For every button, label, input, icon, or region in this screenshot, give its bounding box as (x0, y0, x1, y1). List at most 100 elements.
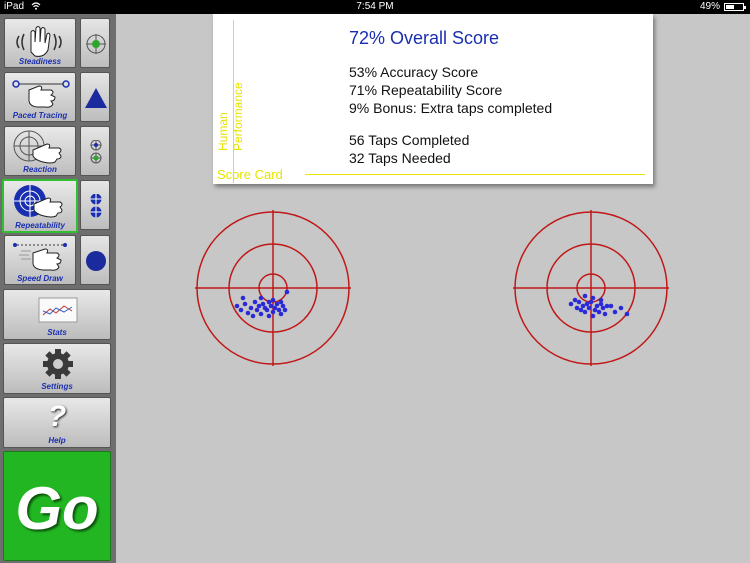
tap-dot-left (258, 311, 264, 317)
crosshair-target-icon (86, 34, 106, 54)
tap-dot-left (274, 301, 280, 307)
score-card-baseline (305, 174, 645, 175)
tap-dot-left (256, 303, 262, 309)
tap-dot-left (258, 295, 264, 301)
score-card-label: Score Card (217, 167, 283, 182)
tool-label: Paced Tracing (12, 111, 68, 120)
tool-repeatability[interactable]: Repeatability (2, 179, 78, 233)
stats-label: Stats (47, 328, 67, 337)
repeatability-targets-button[interactable] (80, 180, 110, 230)
tap-dot-right (588, 299, 594, 305)
battery-indicator: 49% (699, 0, 746, 14)
tap-dot-right (580, 303, 586, 309)
paced-tracing-shape-button[interactable] (80, 72, 110, 122)
stats-button[interactable]: Stats (3, 289, 111, 340)
tap-dot-right (574, 305, 580, 311)
tap-dot-right (608, 303, 614, 309)
tap-dot-left (254, 307, 260, 313)
tool-paced-tracing[interactable]: Paced Tracing (4, 72, 76, 122)
battery-percent: 49% (699, 1, 720, 12)
sidebar: Steadiness Paced Tracing Reaction Repeat… (0, 14, 116, 563)
tap-dot-left (250, 313, 256, 319)
tool-label: Steadiness (18, 57, 62, 66)
tap-dot-right (576, 299, 582, 305)
tap-dot-left (276, 307, 282, 313)
triangle-icon (85, 88, 107, 108)
tap-dot-right (582, 293, 588, 299)
blue-dot-icon (86, 251, 106, 271)
repeatability-score: 71% Repeatability Score (349, 82, 503, 98)
steadiness-target-button[interactable] (80, 18, 110, 68)
tap-dot-left (252, 299, 258, 305)
score-card: Human Performance Score Card 72% Overall… (213, 14, 653, 184)
tap-dot-left (272, 305, 278, 311)
settings-button[interactable]: Settings (3, 343, 111, 394)
tool-label: Speed Draw (17, 274, 63, 283)
tap-dot-left (240, 295, 246, 301)
tap-dot-right (572, 297, 578, 303)
reaction-hand-icon (13, 130, 62, 164)
help-label: Help (48, 436, 66, 445)
paced-tracing-hand-icon (12, 80, 70, 108)
battery-icon (724, 3, 746, 11)
tap-dot-right (612, 309, 618, 315)
tap-dot-left (266, 313, 272, 319)
tap-dot-right (582, 309, 588, 315)
tap-dot-right (602, 311, 608, 317)
tap-dot-right (592, 307, 598, 313)
target-right[interactable] (513, 210, 669, 366)
help-button[interactable]: ? Help (3, 397, 111, 448)
tap-dot-right (586, 305, 592, 311)
question-mark-icon: ? (47, 400, 67, 433)
stats-chart-icon (38, 297, 78, 323)
tap-dot-left (268, 303, 274, 309)
double-target-icon (90, 140, 102, 164)
go-label: Go (15, 475, 99, 542)
accuracy-score: 53% Accuracy Score (349, 64, 479, 80)
tap-dot-right (598, 297, 604, 303)
bonus-score: 9% Bonus: Extra taps completed (349, 100, 553, 116)
tap-dot-right (568, 301, 574, 307)
tap-dot-left (264, 307, 270, 313)
tap-dot-right (578, 307, 584, 313)
tap-dot-right (594, 303, 600, 309)
double-blue-target-icon (90, 194, 102, 218)
tap-dot-left (270, 297, 276, 303)
vertical-title-human: Human (216, 112, 230, 151)
tap-dot-right (590, 295, 596, 301)
tap-dot-left (266, 299, 272, 305)
tool-reaction[interactable]: Reaction (4, 126, 76, 176)
speed-draw-dot-button[interactable] (80, 235, 110, 285)
tap-dot-left (234, 303, 240, 309)
gear-icon (43, 349, 73, 379)
tap-dot-left (248, 305, 254, 311)
go-button[interactable]: Go (3, 451, 111, 561)
repeatability-hand-icon (14, 185, 63, 218)
tap-dot-right (604, 303, 610, 309)
tap-dot-right (624, 311, 630, 317)
clock: 7:54 PM (356, 1, 394, 12)
tool-speed-draw[interactable]: Speed Draw (4, 235, 76, 285)
vertical-title-performance: Performance (231, 82, 245, 151)
tap-dot-right (584, 301, 590, 307)
tap-dot-left (270, 309, 276, 315)
reaction-targets-button[interactable] (80, 126, 110, 176)
tap-dot-right (618, 305, 624, 311)
tap-dot-left (238, 307, 244, 313)
steadiness-hand-icon (16, 26, 62, 57)
tool-label: Repeatability (15, 221, 65, 230)
tap-dot-left (260, 301, 266, 307)
tap-dot-right (600, 305, 606, 311)
tap-dot-left (245, 310, 251, 316)
tap-dot-left (242, 301, 248, 307)
tool-label: Reaction (23, 165, 57, 174)
tap-dot-left (278, 311, 284, 317)
tap-dot-right (596, 309, 602, 315)
settings-label: Settings (41, 382, 73, 391)
speed-draw-hand-icon (13, 243, 67, 271)
tool-steadiness[interactable]: Steadiness (4, 18, 76, 68)
tap-dot-right (598, 301, 604, 307)
tap-dot-left (278, 299, 284, 305)
target-left[interactable] (195, 210, 351, 366)
tap-dot-left (280, 303, 286, 309)
